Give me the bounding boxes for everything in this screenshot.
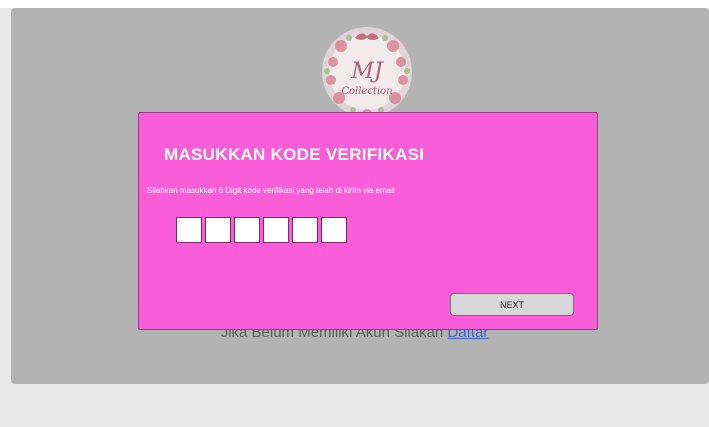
code-digit-4[interactable] bbox=[263, 217, 289, 243]
modal-title: MASUKKAN KODE VERIFIKASI bbox=[164, 145, 425, 164]
page: MJ Collection Jika Belum Memiliki Akun S… bbox=[0, 0, 709, 427]
logo-collection-text: Collection bbox=[341, 86, 392, 97]
code-digit-1[interactable] bbox=[176, 217, 202, 243]
modal-description: Silahkan masukkan 6 Digit kode verifikas… bbox=[147, 186, 395, 195]
code-digit-6[interactable] bbox=[321, 217, 347, 243]
code-digit-2[interactable] bbox=[205, 217, 231, 243]
logo-mj-text: MJ bbox=[350, 59, 384, 84]
mj-collection-logo: MJ Collection bbox=[322, 27, 412, 119]
verification-code-inputs bbox=[176, 217, 347, 243]
next-button[interactable]: NEXT bbox=[450, 293, 574, 316]
top-strip bbox=[0, 0, 709, 8]
code-digit-5[interactable] bbox=[292, 217, 318, 243]
code-digit-3[interactable] bbox=[234, 217, 260, 243]
verification-modal: MASUKKAN KODE VERIFIKASI Silahkan masukk… bbox=[138, 112, 598, 330]
